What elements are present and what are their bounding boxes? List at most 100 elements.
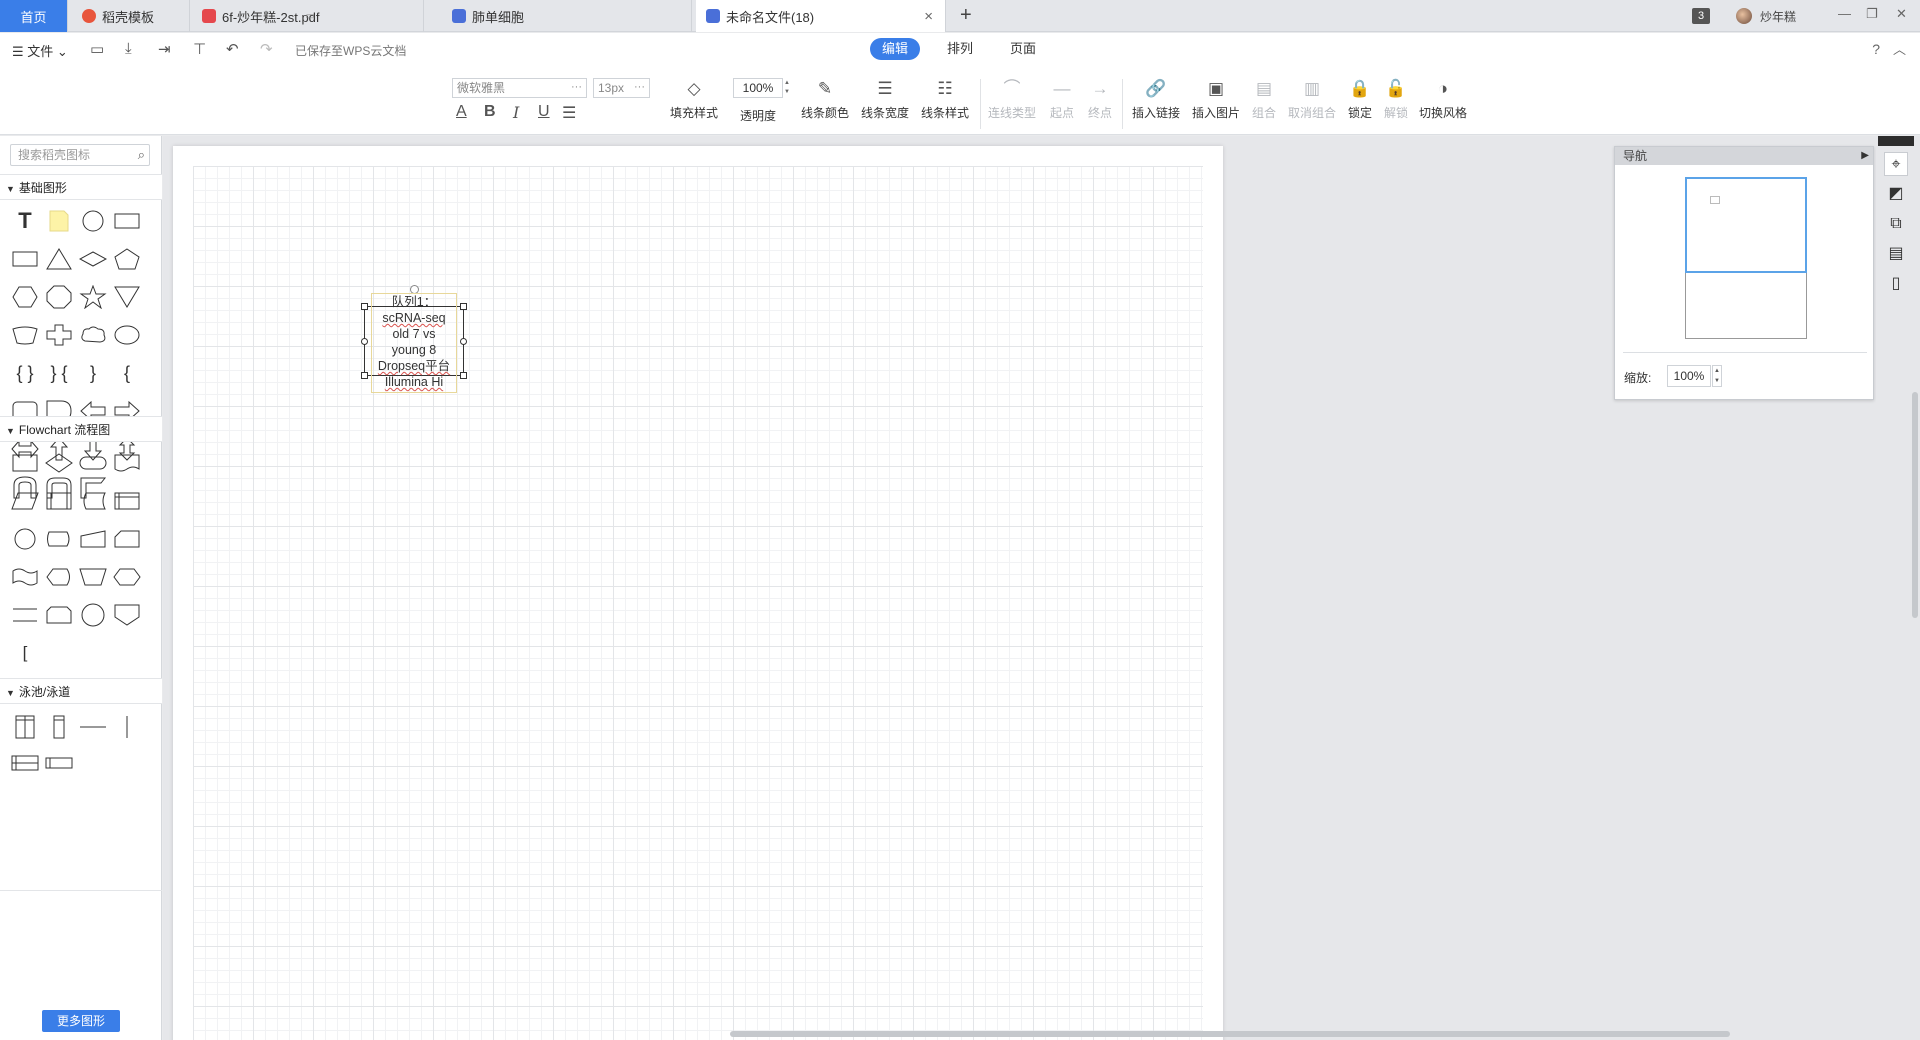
data-shape[interactable] bbox=[10, 488, 40, 514]
shape-text[interactable]: 队列1： scRNA-seq old 7 vs young 8 Dropseq平… bbox=[371, 293, 457, 393]
save-icon[interactable]: ▭ bbox=[90, 40, 104, 58]
right-brace-shape[interactable]: } bbox=[78, 360, 108, 386]
resize-handle[interactable] bbox=[361, 372, 368, 379]
export-icon[interactable]: ⇥ bbox=[158, 40, 171, 58]
zoom-spinner-icon[interactable]: ▲ ▼ bbox=[1712, 365, 1722, 387]
section-flowchart[interactable]: ▼ Flowchart 流程图 bbox=[0, 416, 162, 442]
left-brace-shape[interactable]: { bbox=[112, 360, 142, 386]
tab-pdf[interactable]: 6f-炒年糕-2st.pdf ▭ bbox=[192, 0, 424, 32]
pentagon-shape[interactable] bbox=[112, 246, 142, 272]
search-icon[interactable]: ⌕ bbox=[138, 145, 145, 165]
restore-button[interactable]: ❐ bbox=[1866, 6, 1878, 22]
card-shape[interactable] bbox=[112, 526, 142, 552]
vertical-scrollbar[interactable] bbox=[1912, 392, 1918, 618]
rectangle-shape[interactable] bbox=[10, 246, 40, 272]
stored-data-shape[interactable] bbox=[78, 488, 108, 514]
inverted-triangle-shape[interactable] bbox=[112, 284, 142, 310]
predefined-process-shape[interactable] bbox=[44, 488, 74, 514]
help-icon[interactable]: ? bbox=[1872, 41, 1880, 57]
search-input[interactable]: 搜索稻壳图标 ⌕ bbox=[10, 144, 150, 166]
manual-operation-shape[interactable] bbox=[78, 564, 108, 590]
layer-icon[interactable]: ⧉ bbox=[1884, 212, 1908, 236]
pages-icon[interactable]: ▤ bbox=[1884, 242, 1908, 266]
format-panel-icon[interactable]: ◩ bbox=[1884, 182, 1908, 206]
window-count-badge[interactable]: 3 bbox=[1692, 8, 1710, 24]
preparation-shape[interactable] bbox=[112, 564, 142, 590]
navigator-thumbnail[interactable] bbox=[1685, 177, 1807, 339]
tab-edit[interactable]: 编辑 bbox=[870, 38, 921, 60]
collapse-arrow-icon[interactable]: ▶ bbox=[1861, 147, 1869, 165]
hexagon-shape[interactable] bbox=[10, 284, 40, 310]
navigator-toggle-icon[interactable]: ⌖ bbox=[1884, 152, 1908, 176]
tab-template[interactable]: 稻壳模板 bbox=[72, 0, 190, 32]
off-page-connector-shape[interactable] bbox=[112, 602, 142, 628]
document-shape[interactable] bbox=[112, 450, 142, 476]
canvas-grid[interactable]: 队列1： scRNA-seq old 7 vs young 8 Dropseq平… bbox=[193, 166, 1203, 1040]
cross-shape[interactable] bbox=[44, 322, 74, 348]
resize-handle[interactable] bbox=[361, 303, 368, 310]
cloud-shape[interactable] bbox=[78, 322, 108, 348]
new-tab-button[interactable]: + bbox=[960, 4, 972, 27]
manual-input-shape[interactable] bbox=[10, 322, 40, 348]
bold-icon[interactable]: B bbox=[484, 103, 496, 121]
close-tab-icon[interactable]: × bbox=[924, 8, 933, 25]
sequential-data-shape[interactable] bbox=[44, 526, 74, 552]
annotation-lines-shape[interactable] bbox=[10, 602, 40, 628]
vertical-pool-shape[interactable] bbox=[10, 714, 40, 740]
horizontal-pool-shape[interactable] bbox=[10, 750, 40, 776]
file-menu[interactable]: ☰ 文件 ⌄ bbox=[12, 41, 68, 60]
vertical-separator-shape[interactable] bbox=[112, 714, 142, 740]
close-window-button[interactable]: ✕ bbox=[1896, 6, 1907, 22]
download-icon[interactable]: ⤓ bbox=[125, 40, 132, 57]
selected-shape[interactable]: 队列1： scRNA-seq old 7 vs young 8 Dropseq平… bbox=[361, 285, 467, 393]
display-shape[interactable] bbox=[44, 564, 74, 590]
ellipse-shape[interactable] bbox=[112, 322, 142, 348]
collapse-ribbon-icon[interactable]: ︿ bbox=[1893, 39, 1906, 58]
fill-style-button[interactable]: ◇ 填充样式 bbox=[664, 77, 724, 121]
line-style-button[interactable]: ☷ 线条样式 bbox=[915, 77, 975, 121]
resize-handle[interactable] bbox=[361, 338, 368, 345]
underline-icon[interactable]: U bbox=[538, 103, 550, 121]
tab-untitled[interactable]: 未命名文件(18) × bbox=[696, 0, 946, 32]
monitor-icon[interactable]: ▭ bbox=[306, 11, 315, 22]
connector-shape[interactable] bbox=[10, 526, 40, 552]
on-page-connector-shape[interactable] bbox=[78, 602, 108, 628]
tab-home[interactable]: 首页 bbox=[0, 0, 68, 32]
line-color-button[interactable]: ✎ 线条颜色 bbox=[795, 77, 855, 121]
font-family-select[interactable]: 微软雅黑 ··· bbox=[452, 78, 587, 98]
bracket-shape[interactable]: [ bbox=[10, 640, 40, 666]
internal-storage-shape[interactable] bbox=[112, 488, 142, 514]
octagon-shape[interactable] bbox=[44, 284, 74, 310]
note-shape[interactable] bbox=[44, 208, 74, 234]
horizontal-separator-shape[interactable] bbox=[78, 714, 108, 740]
brace-reverse-shape[interactable]: } { bbox=[44, 360, 74, 386]
undo-icon[interactable]: ↶ bbox=[226, 40, 239, 58]
rectangle-shape[interactable] bbox=[112, 208, 142, 234]
resize-handle[interactable] bbox=[460, 303, 467, 310]
font-size-select[interactable]: 13px ··· bbox=[593, 78, 650, 98]
resize-handle[interactable] bbox=[460, 338, 467, 345]
line-width-button[interactable]: ☰ 线条宽度 bbox=[855, 77, 915, 121]
diamond-shape[interactable] bbox=[78, 246, 108, 272]
zoom-input[interactable]: 100% bbox=[1667, 365, 1711, 387]
triangle-shape[interactable] bbox=[44, 246, 74, 272]
spinner-icon[interactable]: ▲ ▼ bbox=[784, 79, 790, 97]
switch-style-button[interactable]: ◑ 切换风格 bbox=[1413, 77, 1473, 121]
brace-pair-shape[interactable]: { } bbox=[10, 360, 40, 386]
decision-shape[interactable] bbox=[44, 450, 74, 476]
horizontal-lane-shape[interactable] bbox=[44, 750, 74, 776]
manual-input-flow-shape[interactable] bbox=[78, 526, 108, 552]
text-shape[interactable]: T bbox=[10, 208, 40, 234]
page-icon[interactable]: ▯ bbox=[1884, 272, 1908, 296]
more-shapes-button[interactable]: 更多图形 bbox=[42, 1010, 120, 1032]
loop-limit-shape[interactable] bbox=[44, 602, 74, 628]
circle-shape[interactable] bbox=[78, 208, 108, 234]
font-color-icon[interactable]: A bbox=[456, 103, 467, 121]
redo-icon[interactable]: ↷ bbox=[260, 40, 273, 58]
section-basic-shapes[interactable]: ▼ 基础图形 bbox=[0, 174, 162, 200]
avatar[interactable] bbox=[1736, 8, 1752, 24]
format-painter-icon[interactable]: ⊤ bbox=[193, 40, 206, 58]
drawing-page[interactable]: 队列1： scRNA-seq old 7 vs young 8 Dropseq平… bbox=[173, 146, 1223, 1040]
tab-lung[interactable]: 肺单细胞 bbox=[442, 0, 692, 32]
user-name[interactable]: 炒年糕 bbox=[1760, 8, 1796, 25]
